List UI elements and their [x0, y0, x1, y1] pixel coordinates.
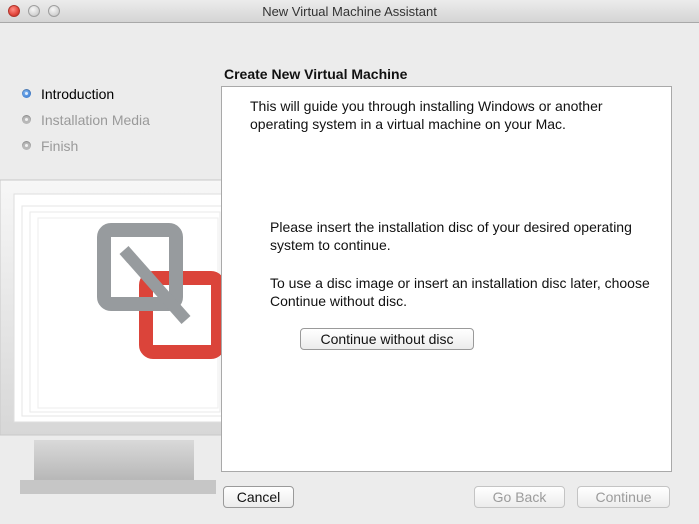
disc-image-text: To use a disc image or insert an install… — [270, 275, 650, 309]
intro-text: This will guide you through installing W… — [250, 98, 603, 132]
cancel-button[interactable]: Cancel — [223, 486, 294, 508]
step-installation-media: Installation Media — [22, 112, 150, 138]
inactive-step-bullet-icon — [22, 115, 31, 124]
content-panel: This will guide you through installing W… — [221, 86, 672, 472]
insert-disc-text: Please insert the installation disc of y… — [270, 219, 632, 253]
step-introduction: Introduction — [22, 86, 150, 112]
page-title: Create New Virtual Machine — [224, 66, 408, 82]
continue-without-disc-button[interactable]: Continue without disc — [300, 328, 474, 350]
step-label: Installation Media — [41, 112, 150, 128]
step-finish: Finish — [22, 138, 150, 164]
active-step-bullet-icon — [22, 89, 31, 98]
go-back-button[interactable]: Go Back — [474, 486, 565, 508]
continue-button[interactable]: Continue — [577, 486, 670, 508]
assistant-window: New Virtual Machine Assistant Introducti… — [0, 0, 699, 524]
inactive-step-bullet-icon — [22, 141, 31, 150]
step-label: Introduction — [41, 86, 115, 102]
step-list: Introduction Installation Media Finish — [22, 86, 150, 164]
step-label: Finish — [41, 138, 79, 154]
title-bar[interactable]: New Virtual Machine Assistant — [0, 0, 699, 23]
window-title: New Virtual Machine Assistant — [262, 4, 437, 19]
